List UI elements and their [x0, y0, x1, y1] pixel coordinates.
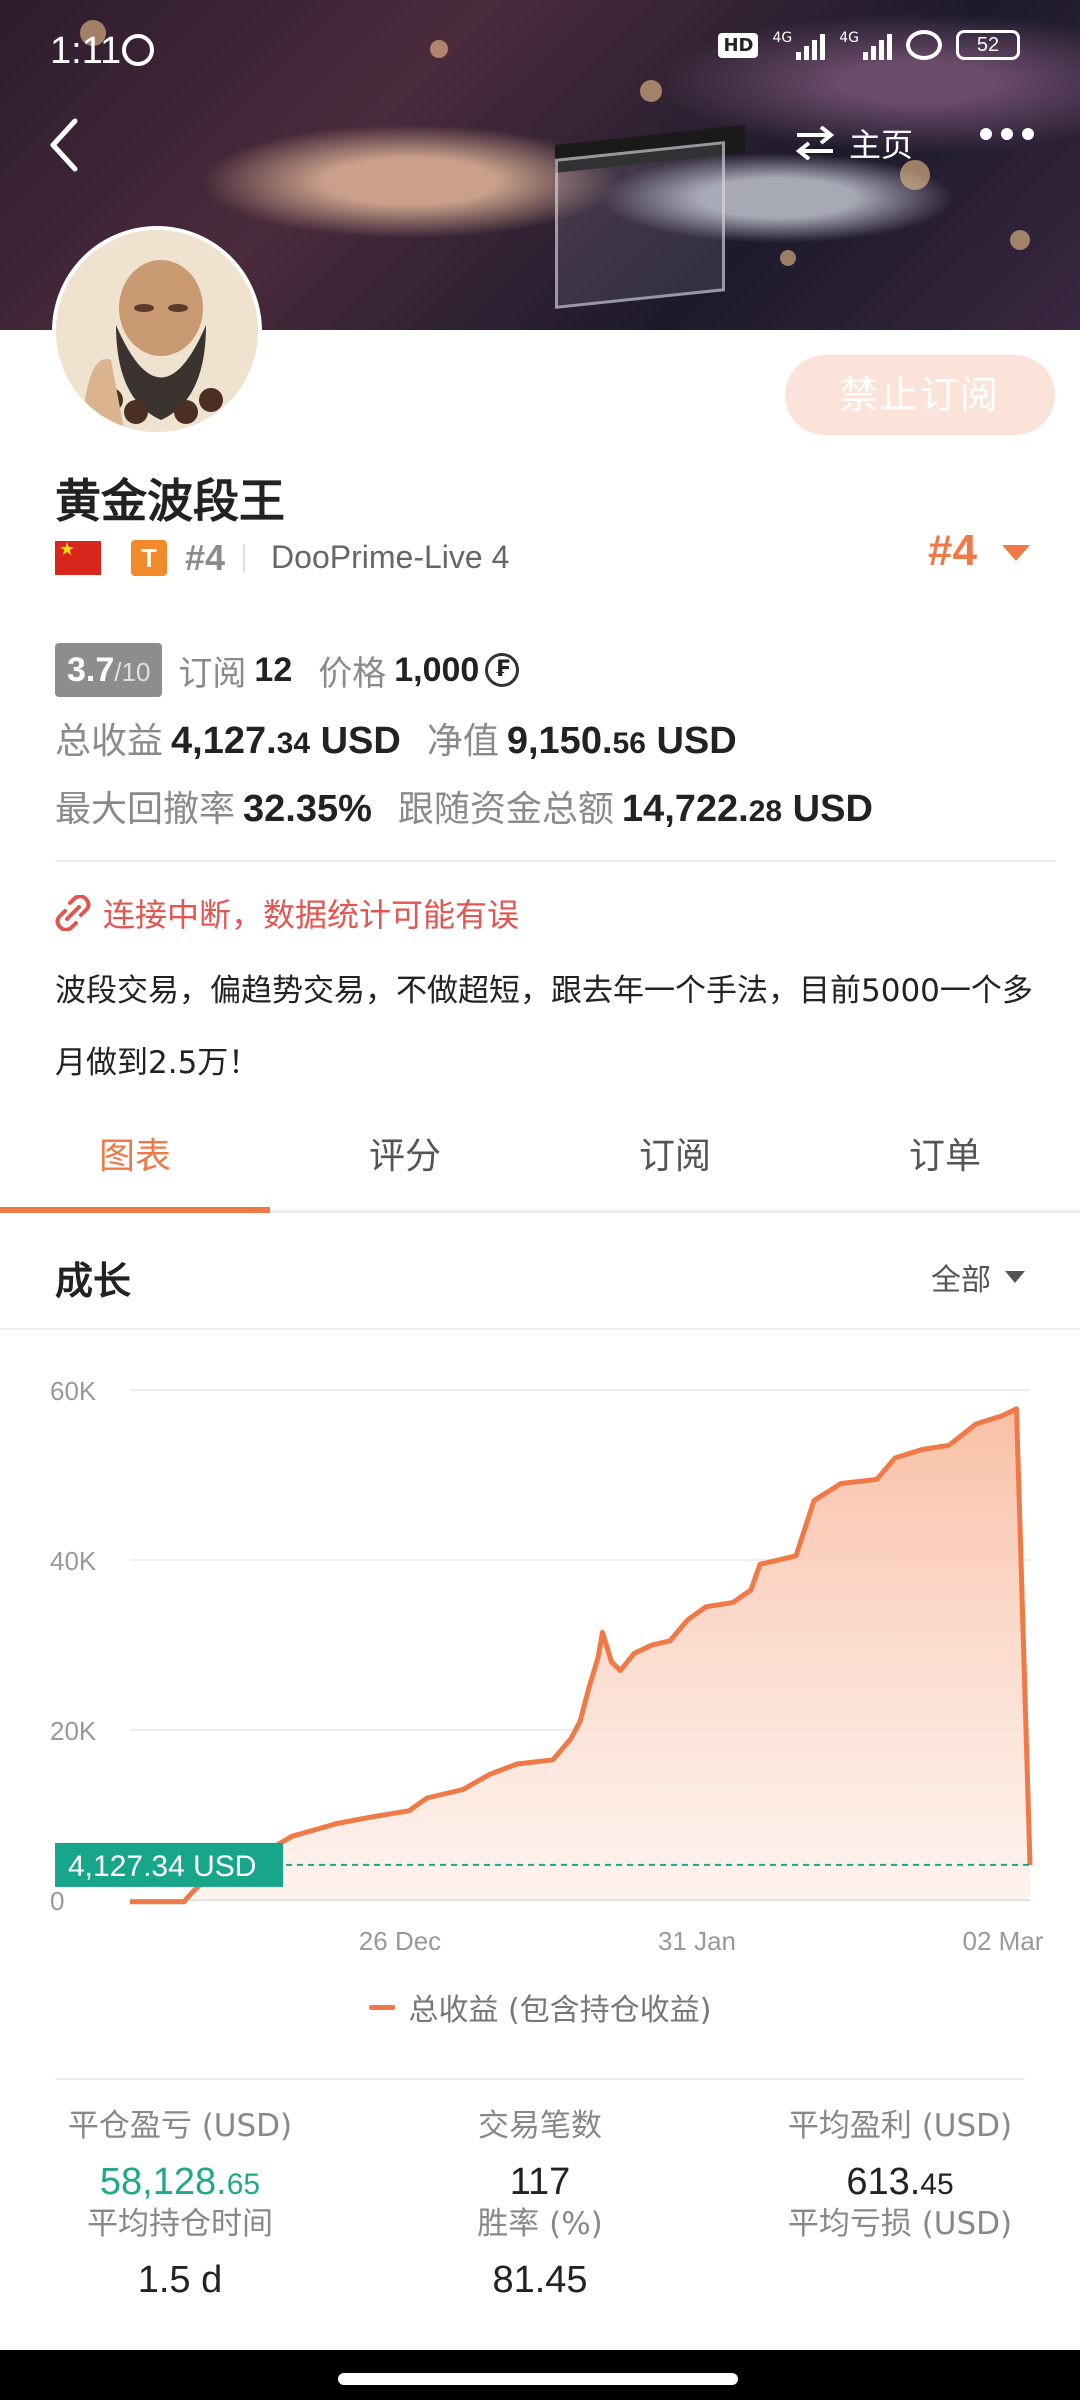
trader-profile-page: 1:11 HD 4G 4G 52 主页 禁止订阅 黄金波段王 ★ T #4 Do…	[0, 0, 1080, 2400]
growth-section-header: 成长 全部	[0, 1215, 1080, 1330]
strategy-description: 波段交易，偏趋势交易，不做超短，跟去年一个手法，目前5000一个多月做到2.5万…	[55, 973, 1033, 1081]
metric-4: 胜率 (%) 81.45	[360, 2198, 720, 2302]
equity-label: 净值	[426, 721, 499, 762]
back-icon[interactable]	[45, 115, 85, 175]
battery-icon: 52	[956, 30, 1020, 60]
signal-icon	[796, 30, 826, 60]
metric-3: 平均持仓时间 1.5 d	[0, 2198, 360, 2302]
y-tick-label: 0	[50, 1886, 64, 1916]
trader-meta: T #4 DooPrime-Live 4	[55, 535, 509, 580]
stats-row-3: 最大回撤率 32.35% 跟随资金总额 14,722.28 USD	[55, 780, 899, 832]
y-tick-label: 40K	[50, 1546, 97, 1576]
metric-label: 平均亏损 (USD)	[787, 2206, 1013, 2242]
chart-legend: 总收益 (包含持仓收益)	[0, 1985, 1080, 2029]
metric-label: 胜率 (%)	[477, 2206, 603, 2242]
metric-value: 81.45	[492, 2259, 588, 2301]
subs-value: 12	[254, 650, 293, 689]
trader-name: 黄金波段王	[55, 474, 285, 528]
tab-bar: 图表 评分 订阅 订单	[0, 1115, 1080, 1213]
alarm-icon	[122, 34, 154, 66]
score-value: 3.7	[67, 651, 115, 689]
tier-badge: T	[131, 539, 167, 576]
price-value: 1,000	[394, 650, 480, 689]
score-max: /10	[114, 657, 151, 687]
section-title: 成长	[55, 1259, 132, 1303]
metric-0: 平仓盈亏 (USD) 58,128.65	[0, 2100, 360, 2204]
avatar[interactable]	[52, 226, 262, 436]
server-name: DooPrime-Live 4	[271, 539, 510, 575]
legend-swatch	[368, 2004, 395, 2010]
tab-3[interactable]: 订单	[810, 1115, 1080, 1210]
score-badge: 3.7/10	[55, 643, 163, 697]
y-tick-label: 20K	[50, 1716, 97, 1746]
metric-value: 1.5 d	[137, 2259, 223, 2301]
total-profit-label: 总收益	[55, 721, 164, 762]
current-value-label: 4,127.34 USD	[68, 1850, 256, 1883]
home-button-label: 主页	[849, 126, 914, 164]
warning-text: 连接中断，数据统计可能有误	[103, 896, 520, 934]
chevron-down-icon	[1005, 1271, 1025, 1283]
system-icons: HD 4G 4G 52	[718, 30, 1020, 60]
separator	[243, 543, 246, 572]
network-type-label-2: 4G	[839, 30, 859, 46]
series-area	[130, 1408, 1030, 1902]
stats-row-1: 3.7/10 订阅 12 价格 1,000 ₣	[55, 642, 520, 698]
divider	[55, 860, 1055, 862]
metric-2: 平均盈利 (USD) 613.45	[720, 2100, 1080, 2204]
gift-box-body	[555, 141, 725, 309]
avatar-illustration	[56, 230, 258, 432]
hd-icon: HD	[718, 32, 759, 58]
price-label: 价格	[318, 653, 387, 694]
equity-value: 9,150.56 USD	[506, 720, 737, 762]
chevron-down-icon[interactable]	[1002, 545, 1030, 561]
tab-1[interactable]: 评分	[270, 1115, 540, 1210]
tab-2[interactable]: 订阅	[540, 1115, 810, 1210]
growth-chart-svg: 0 20K 40K 60K 26 Dec 31 Jan 02 Mar 4,127.34 USD	[50, 1376, 1044, 1956]
metric-label: 交易笔数	[478, 2108, 602, 2144]
total-profit-value: 4,127.34 USD	[171, 720, 401, 762]
metric-label: 平均持仓时间	[87, 2206, 273, 2242]
x-tick-label: 31 Jan	[658, 1926, 736, 1956]
hotspot-icon	[906, 30, 942, 60]
tab-0[interactable]: 图表	[0, 1115, 270, 1213]
china-flag-icon	[55, 539, 101, 575]
period-filter-dropdown[interactable]: 全部	[931, 1255, 1025, 1299]
legend-label: 总收益 (包含持仓收益)	[408, 1993, 712, 2028]
x-tick-label: 26 Dec	[359, 1926, 441, 1956]
swap-icon	[795, 126, 835, 160]
metric-1: 交易笔数 117	[360, 2100, 720, 2204]
home-button[interactable]: 主页	[795, 120, 913, 166]
growth-chart[interactable]: 0 20K 40K 60K 26 Dec 31 Jan 02 Mar 4,127.34 USD	[0, 1340, 1080, 2000]
coin-icon: ₣	[485, 653, 520, 687]
subs-label: 订阅	[178, 653, 247, 694]
follow-funds-label: 跟随资金总额	[397, 789, 614, 830]
stats-row-2: 总收益 4,127.34 USD 净值 9,150.56 USD	[55, 712, 763, 764]
subscribe-disabled-button[interactable]: 禁止订阅	[785, 355, 1055, 435]
divider	[55, 2078, 1025, 2080]
metric-5: 平均亏损 (USD)	[720, 2198, 1080, 2259]
x-tick-label: 02 Mar	[963, 1926, 1044, 1956]
network-type-label: 4G	[772, 30, 793, 46]
metric-label: 平仓盈亏 (USD)	[67, 2108, 293, 2144]
status-bar: 1:11 HD 4G 4G 52	[0, 0, 1080, 100]
metric-label: 平均盈利 (USD)	[787, 2108, 1013, 2144]
drawdown-label: 最大回撤率	[55, 789, 236, 830]
more-icon[interactable]	[980, 128, 1034, 140]
connection-warning: 连接中断，数据统计可能有误	[55, 890, 519, 936]
follow-funds-value: 14,722.28 USD	[621, 788, 873, 830]
rank-label: #4	[185, 536, 226, 578]
y-tick-label: 60K	[50, 1376, 97, 1406]
filter-label: 全部	[931, 1263, 991, 1298]
status-time: 1:11	[50, 30, 122, 72]
home-indicator[interactable]	[338, 2373, 738, 2385]
rank-dropdown-value[interactable]: #4	[928, 526, 977, 576]
drawdown-value: 32.35%	[243, 788, 372, 830]
signal-icon-2	[863, 30, 892, 60]
broken-link-icon	[55, 895, 91, 931]
